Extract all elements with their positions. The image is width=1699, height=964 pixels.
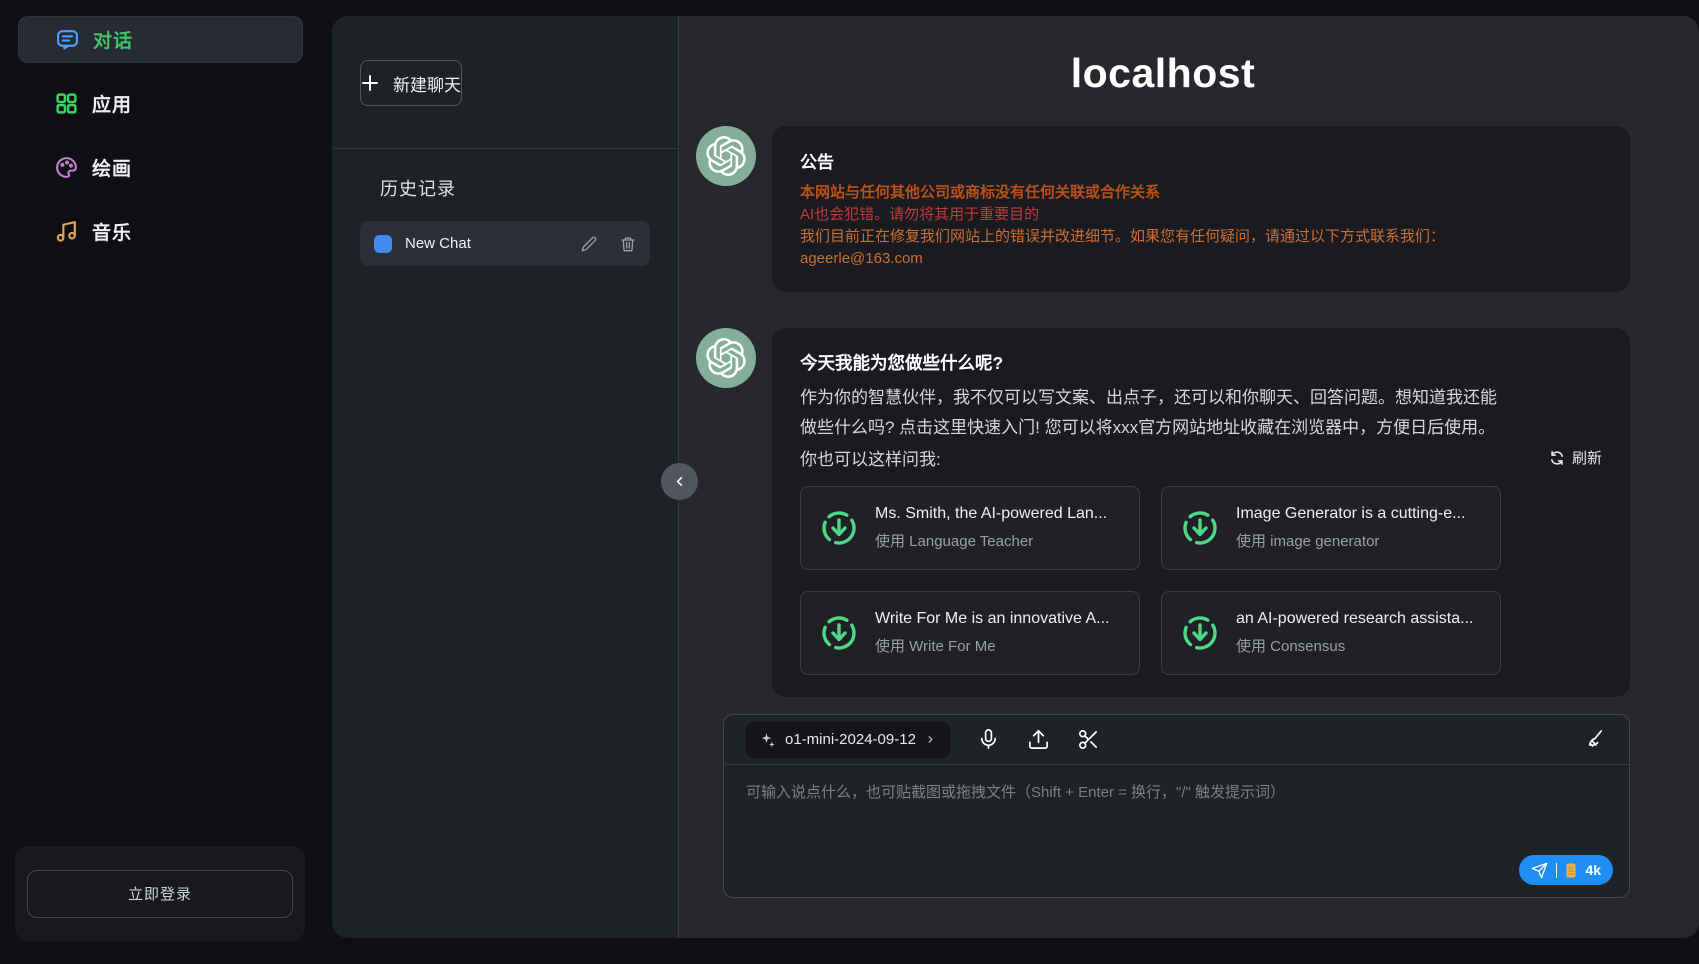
microphone-icon[interactable] xyxy=(977,728,1000,751)
install-download-icon xyxy=(1180,613,1220,653)
send-button[interactable]: 4k xyxy=(1519,855,1613,885)
avatar xyxy=(696,328,756,388)
app: 对话 应用 绘画 音乐 xyxy=(0,0,1699,964)
model-name: o1-mini-2024-09-12 xyxy=(785,731,916,748)
new-chat-label: 新建聊天 xyxy=(393,71,461,96)
refresh-suggestions-button[interactable]: 刷新 xyxy=(1549,447,1602,468)
chat-main: localhost 公告 本网站与任何其他公司或商标没有任何关联或合作关系 AI… xyxy=(679,16,1699,938)
sparkles-icon xyxy=(760,732,776,748)
sidebar-item-label: 对话 xyxy=(93,26,133,53)
suggestion-title: Write For Me is an innovative A... xyxy=(875,610,1109,628)
contact-email-link[interactable]: ageerle@163.com xyxy=(800,248,923,270)
suggestion-title: Ms. Smith, the AI-powered Lan... xyxy=(875,505,1107,523)
delete-icon[interactable] xyxy=(620,236,636,252)
composer: o1-mini-2024-09-12 xyxy=(723,714,1630,898)
sidebar: 对话 应用 绘画 音乐 xyxy=(0,0,332,964)
login-card: 立即登录 xyxy=(15,846,305,941)
chevron-left-icon xyxy=(672,474,687,489)
avatar xyxy=(696,126,756,186)
upload-icon[interactable] xyxy=(1027,728,1050,751)
token-coin-icon xyxy=(1565,862,1577,879)
announcement-line: 本网站与任何其他公司或商标没有任何关联或合作关系 xyxy=(800,182,1602,204)
divider xyxy=(1556,863,1558,878)
collapse-panel-button[interactable] xyxy=(661,463,698,500)
chat-list-panel: 新建聊天 历史记录 New Chat xyxy=(332,16,679,938)
history-item[interactable]: New Chat xyxy=(360,221,650,266)
openai-logo-icon xyxy=(706,338,746,378)
music-note-icon xyxy=(54,219,79,244)
sidebar-item-label: 绘画 xyxy=(92,154,132,181)
model-selector[interactable]: o1-mini-2024-09-12 xyxy=(746,722,950,758)
edit-icon[interactable] xyxy=(581,236,597,252)
scissors-icon[interactable] xyxy=(1077,728,1100,751)
login-button[interactable]: 立即登录 xyxy=(27,870,293,918)
chevron-right-icon xyxy=(925,734,936,745)
suggestion-subtitle: 使用 Consensus xyxy=(1236,635,1473,656)
suggestion-subtitle: 使用 Write For Me xyxy=(875,635,1109,656)
message-input[interactable] xyxy=(746,781,1607,851)
refresh-icon xyxy=(1549,450,1565,466)
suggestion-card[interactable]: Ms. Smith, the AI-powered Lan... 使用 Lang… xyxy=(800,486,1140,570)
send-plane-icon xyxy=(1531,862,1548,879)
announcement-title: 公告 xyxy=(800,148,1602,173)
divider xyxy=(332,148,678,149)
announcement-line: 我们目前正在修复我们网站上的错误并改进细节。如果您有任何疑问，请通过以下方式联系… xyxy=(800,226,1602,248)
welcome-bubble: 今天我能为您做些什么呢? 作为你的智慧伙伴，我不仅可以写文案、出点子，还可以和你… xyxy=(772,328,1630,697)
suggestion-card[interactable]: an AI-powered research assista... 使用 Con… xyxy=(1161,591,1501,675)
history-title: 历史记录 xyxy=(380,175,678,201)
sidebar-item-label: 音乐 xyxy=(92,218,132,245)
suggestion-grid: Ms. Smith, the AI-powered Lan... 使用 Lang… xyxy=(800,486,1602,675)
token-count-badge: 4k xyxy=(1585,862,1601,878)
sidebar-item-apps[interactable]: 应用 xyxy=(18,80,303,127)
welcome-body: 作为你的智慧伙伴，我不仅可以写文案、出点子，还可以和你聊天、回答问题。想知道我还… xyxy=(800,383,1500,443)
welcome-message: 今天我能为您做些什么呢? 作为你的智慧伙伴，我不仅可以写文案、出点子，还可以和你… xyxy=(696,328,1630,697)
announcement-bubble: 公告 本网站与任何其他公司或商标没有任何关联或合作关系 AI也会犯错。请勿将其用… xyxy=(772,126,1630,292)
sidebar-item-drawing[interactable]: 绘画 xyxy=(18,144,303,191)
chat-title: New Chat xyxy=(405,235,558,252)
composer-toolbar: o1-mini-2024-09-12 xyxy=(724,715,1629,765)
suggestion-subtitle: 使用 Language Teacher xyxy=(875,530,1107,551)
workspace: 新建聊天 历史记录 New Chat xyxy=(332,16,1699,938)
install-download-icon xyxy=(1180,508,1220,548)
plus-icon xyxy=(361,74,379,92)
sidebar-item-chat[interactable]: 对话 xyxy=(18,16,303,63)
chat-bubble-icon xyxy=(55,27,80,52)
install-download-icon xyxy=(819,613,859,653)
hint-row: 你也可以这样问我: 刷新 xyxy=(800,445,1602,470)
ask-hint: 你也可以这样问我: xyxy=(800,445,941,470)
sidebar-item-label: 应用 xyxy=(92,90,132,117)
chat-color-swatch xyxy=(374,235,392,253)
announcement-line: AI也会犯错。请勿将其用于重要目的 xyxy=(800,204,1602,226)
suggestion-subtitle: 使用 image generator xyxy=(1236,530,1465,551)
sidebar-item-music[interactable]: 音乐 xyxy=(18,208,303,255)
clear-broom-icon[interactable] xyxy=(1584,728,1607,751)
palette-icon xyxy=(54,155,79,180)
openai-logo-icon xyxy=(706,136,746,176)
welcome-title: 今天我能为您做些什么呢? xyxy=(800,350,1602,375)
refresh-label: 刷新 xyxy=(1572,447,1602,468)
suggestion-card[interactable]: Image Generator is a cutting-e... 使用 ima… xyxy=(1161,486,1501,570)
suggestion-card[interactable]: Write For Me is an innovative A... 使用 Wr… xyxy=(800,591,1140,675)
new-chat-button[interactable]: 新建聊天 xyxy=(360,60,462,106)
page-title: localhost xyxy=(696,50,1630,97)
announcement-message: 公告 本网站与任何其他公司或商标没有任何关联或合作关系 AI也会犯错。请勿将其用… xyxy=(696,126,1630,292)
apps-grid-icon xyxy=(54,91,79,116)
suggestion-title: an AI-powered research assista... xyxy=(1236,610,1473,628)
install-download-icon xyxy=(819,508,859,548)
composer-body: 4k xyxy=(724,765,1629,897)
suggestion-title: Image Generator is a cutting-e... xyxy=(1236,505,1465,523)
